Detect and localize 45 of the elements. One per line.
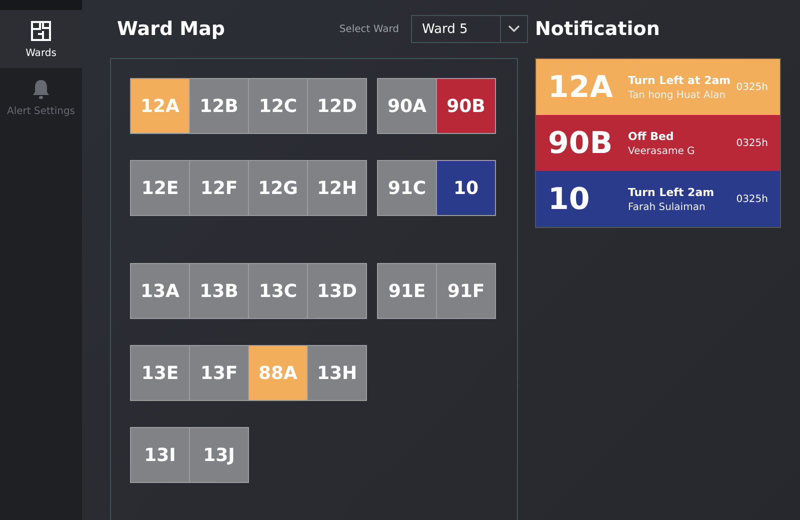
chevron-down-icon xyxy=(508,25,520,33)
bed-tile[interactable]: 12B xyxy=(190,79,248,133)
bed-tile[interactable]: 91C xyxy=(378,161,436,215)
bed-tile[interactable]: 13J xyxy=(190,428,248,482)
bed-tile[interactable]: 12C xyxy=(249,79,307,133)
select-ward-label: Select Ward xyxy=(339,24,399,34)
bed-tile[interactable]: 13D xyxy=(308,264,366,318)
bed-tile[interactable]: 12D xyxy=(308,79,366,133)
sidebar-item[interactable]: Wards xyxy=(0,10,82,68)
bed-tile[interactable]: 12F xyxy=(190,161,248,215)
patient-name: Veerasame G xyxy=(628,146,696,156)
alert-time: 0325h xyxy=(736,82,768,92)
bed-number: 12A xyxy=(548,70,614,104)
sidebar-item[interactable]: Alert Settings xyxy=(0,68,82,126)
alert-text: Turn Left 2am xyxy=(628,186,716,198)
bed-tile[interactable]: 13F xyxy=(190,346,248,400)
bed-tile[interactable]: 91F xyxy=(437,264,495,318)
bed-tile[interactable]: 10 xyxy=(437,161,495,215)
floor-plan-icon xyxy=(30,20,52,42)
bed-tile[interactable]: 13H xyxy=(308,346,366,400)
bell-icon xyxy=(30,78,52,100)
bed-tile[interactable]: 12H xyxy=(308,161,366,215)
bed-tile[interactable]: 91E xyxy=(378,264,436,318)
alert-time: 0325h xyxy=(736,194,768,204)
alert-text: Turn Left at 2am xyxy=(628,74,732,86)
bed-tile[interactable]: 13A xyxy=(131,264,189,318)
notification-card[interactable]: 90B Off Bed Veerasame G 0325h xyxy=(536,115,780,171)
bed-number: 90B xyxy=(548,126,614,160)
alert-time: 0325h xyxy=(736,138,768,148)
bed-tile[interactable]: 90A xyxy=(378,79,436,133)
bed-tile[interactable]: 13E xyxy=(131,346,189,400)
bed-tile[interactable]: 12E xyxy=(131,161,189,215)
alert-text: Off Bed xyxy=(628,130,675,142)
bed-tile[interactable]: 90B xyxy=(437,79,495,133)
patient-name: Farah Sulaiman xyxy=(628,202,706,212)
notification-title: Notification xyxy=(535,17,661,42)
notification-card[interactable]: 10 Turn Left 2am Farah Sulaiman 0325h xyxy=(536,171,780,227)
patient-name: Tan hong Huat Alan xyxy=(628,90,727,100)
bed-number: 10 xyxy=(548,182,591,216)
bed-tile[interactable]: 13B xyxy=(190,264,248,318)
ward-map-title: Ward Map xyxy=(117,18,226,40)
ward-select[interactable]: Ward 5 xyxy=(411,15,528,43)
bed-tile[interactable]: 13I xyxy=(131,428,189,482)
bed-tile[interactable]: 13C xyxy=(249,264,307,318)
bed-tile[interactable]: 12G xyxy=(249,161,307,215)
